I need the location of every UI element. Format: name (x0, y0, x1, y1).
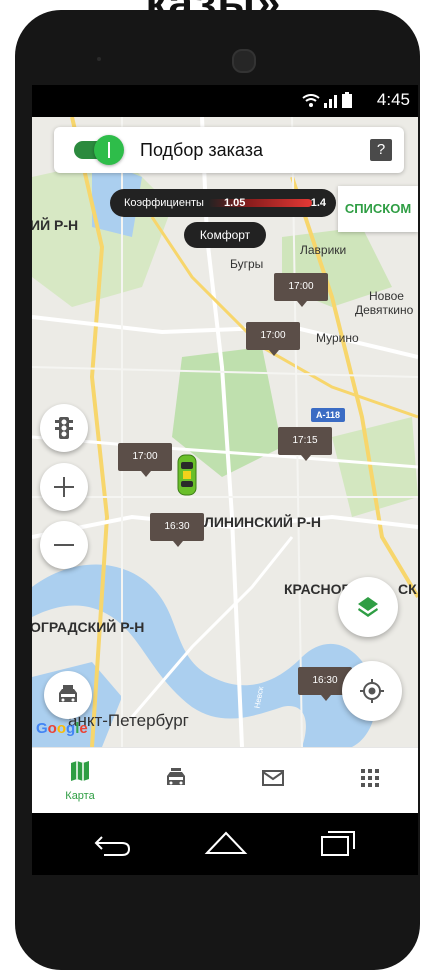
map-label-district: ИЙ Р-Н (32, 217, 79, 233)
zoom-out-button[interactable] (40, 521, 88, 569)
status-time: 4:45 (376, 90, 410, 109)
map-icon (71, 761, 89, 781)
order-pin[interactable]: 17:15 (278, 427, 332, 461)
locate-button[interactable] (342, 661, 402, 721)
map-label-admiralteysky: ОГРАДСКИЙ Р-Н (32, 619, 145, 635)
traffic-light-icon (55, 417, 73, 439)
car-icon (167, 768, 185, 785)
back-icon[interactable] (92, 831, 132, 857)
nav-map-label: Карта (65, 790, 95, 802)
screen: 4:45 ИЙ Р-Н Лаврики Бугры Новое Девяткин… (32, 85, 418, 875)
recents-icon[interactable] (318, 829, 358, 857)
home-icon[interactable] (204, 829, 248, 857)
layers-icon (358, 597, 378, 617)
map-label-kalininsky: ЛИНИНСКИЙ Р-Н (204, 514, 321, 530)
nav-map[interactable]: Карта (32, 748, 128, 814)
toggle-knob (94, 135, 124, 165)
signal-icon (324, 95, 337, 108)
tariff-pill[interactable]: Комфорт (184, 222, 266, 248)
coefficients-pill[interactable]: Коэффициенты 1.05 1.4 (110, 189, 336, 217)
nav-menu[interactable] (322, 748, 418, 814)
nav-messages[interactable] (225, 748, 321, 814)
nav-orders[interactable] (128, 748, 224, 814)
coefficient-max: 1.4 (310, 197, 326, 209)
status-icons (302, 92, 352, 108)
layers-button[interactable] (338, 577, 398, 637)
zoom-in-button[interactable] (40, 463, 88, 511)
wifi-icon (302, 94, 320, 107)
map-label-bugry: Бугры (230, 257, 264, 271)
road-badge: А-118 (311, 408, 345, 422)
list-view-button[interactable]: СПИСКОМ (338, 186, 418, 232)
driver-car-icon (177, 454, 197, 496)
system-nav-bar (32, 813, 418, 875)
order-pin[interactable]: 17:00 (274, 273, 328, 307)
map-label-novoe: Новое (369, 289, 404, 303)
mail-icon (262, 770, 284, 786)
order-picker-card: Подбор заказа ? (54, 127, 404, 173)
map-label-devyatkino: Девяткино (355, 303, 414, 317)
taxi-icon (59, 685, 77, 702)
order-picker-toggle[interactable] (74, 135, 124, 165)
order-pin[interactable]: 17:00 (246, 322, 300, 356)
traffic-button[interactable] (40, 404, 88, 452)
order-pin[interactable]: 17:00 (118, 443, 172, 477)
order-pin[interactable]: 16:30 (150, 513, 204, 547)
coefficient-min: 1.05 (224, 197, 246, 209)
bottom-nav: Карта (32, 747, 418, 814)
camera (232, 49, 256, 73)
google-logo: Google (36, 720, 88, 737)
plus-icon (54, 477, 74, 497)
grid-icon (361, 769, 379, 787)
map-label-krasnogvard-2: СК (398, 581, 417, 597)
order-picker-title: Подбор заказа (140, 140, 263, 160)
map-view[interactable]: ИЙ Р-Н Лаврики Бугры Новое Девяткино Мур… (32, 117, 418, 747)
help-button[interactable]: ? (370, 139, 392, 161)
locate-icon (360, 679, 384, 703)
battery-icon (342, 92, 352, 108)
taxi-button[interactable] (44, 671, 92, 719)
status-bar: 4:45 (32, 85, 418, 117)
map-label-murino: Мурино (316, 331, 359, 345)
minus-icon (54, 544, 74, 546)
map-label-lavriki: Лаврики (300, 243, 347, 257)
speaker-dot (97, 57, 101, 61)
coefficients-label: Коэффициенты (124, 197, 204, 209)
